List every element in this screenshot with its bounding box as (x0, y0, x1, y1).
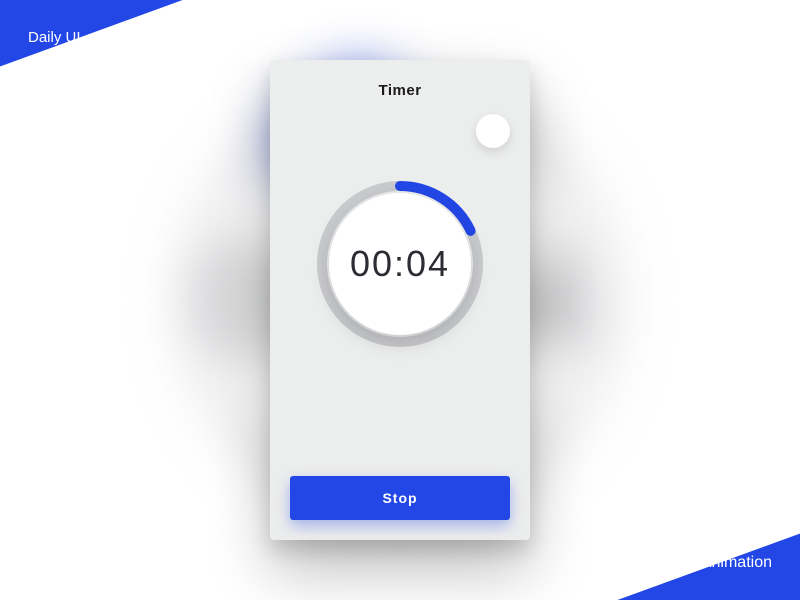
theme-label: theme: (588, 521, 772, 546)
timer-time-display: 00:04 (350, 243, 450, 285)
countdown-ring: 00:04 (315, 179, 485, 349)
menu-button[interactable] (476, 114, 510, 148)
header-line-1: Daily UI (28, 24, 147, 53)
canvas: 00:04 Daily UI #014 Countdown Timer Time… (0, 0, 800, 600)
phone-card: Timer 00:04 Stop (270, 60, 530, 540)
theme-value: Adobe XD Auto Animation (588, 548, 772, 578)
phone-title: Timer (378, 82, 421, 99)
footer-block: theme: Adobe XD Auto Animation (588, 521, 772, 578)
header-line-2: #014 (28, 53, 147, 80)
header-block: Daily UI #014 Countdown Timer (28, 24, 147, 112)
stop-button-label: Stop (382, 490, 417, 506)
header-line-3: Countdown Timer (28, 85, 147, 112)
timer-face: 00:04 (329, 193, 471, 335)
stop-button[interactable]: Stop (290, 476, 510, 520)
